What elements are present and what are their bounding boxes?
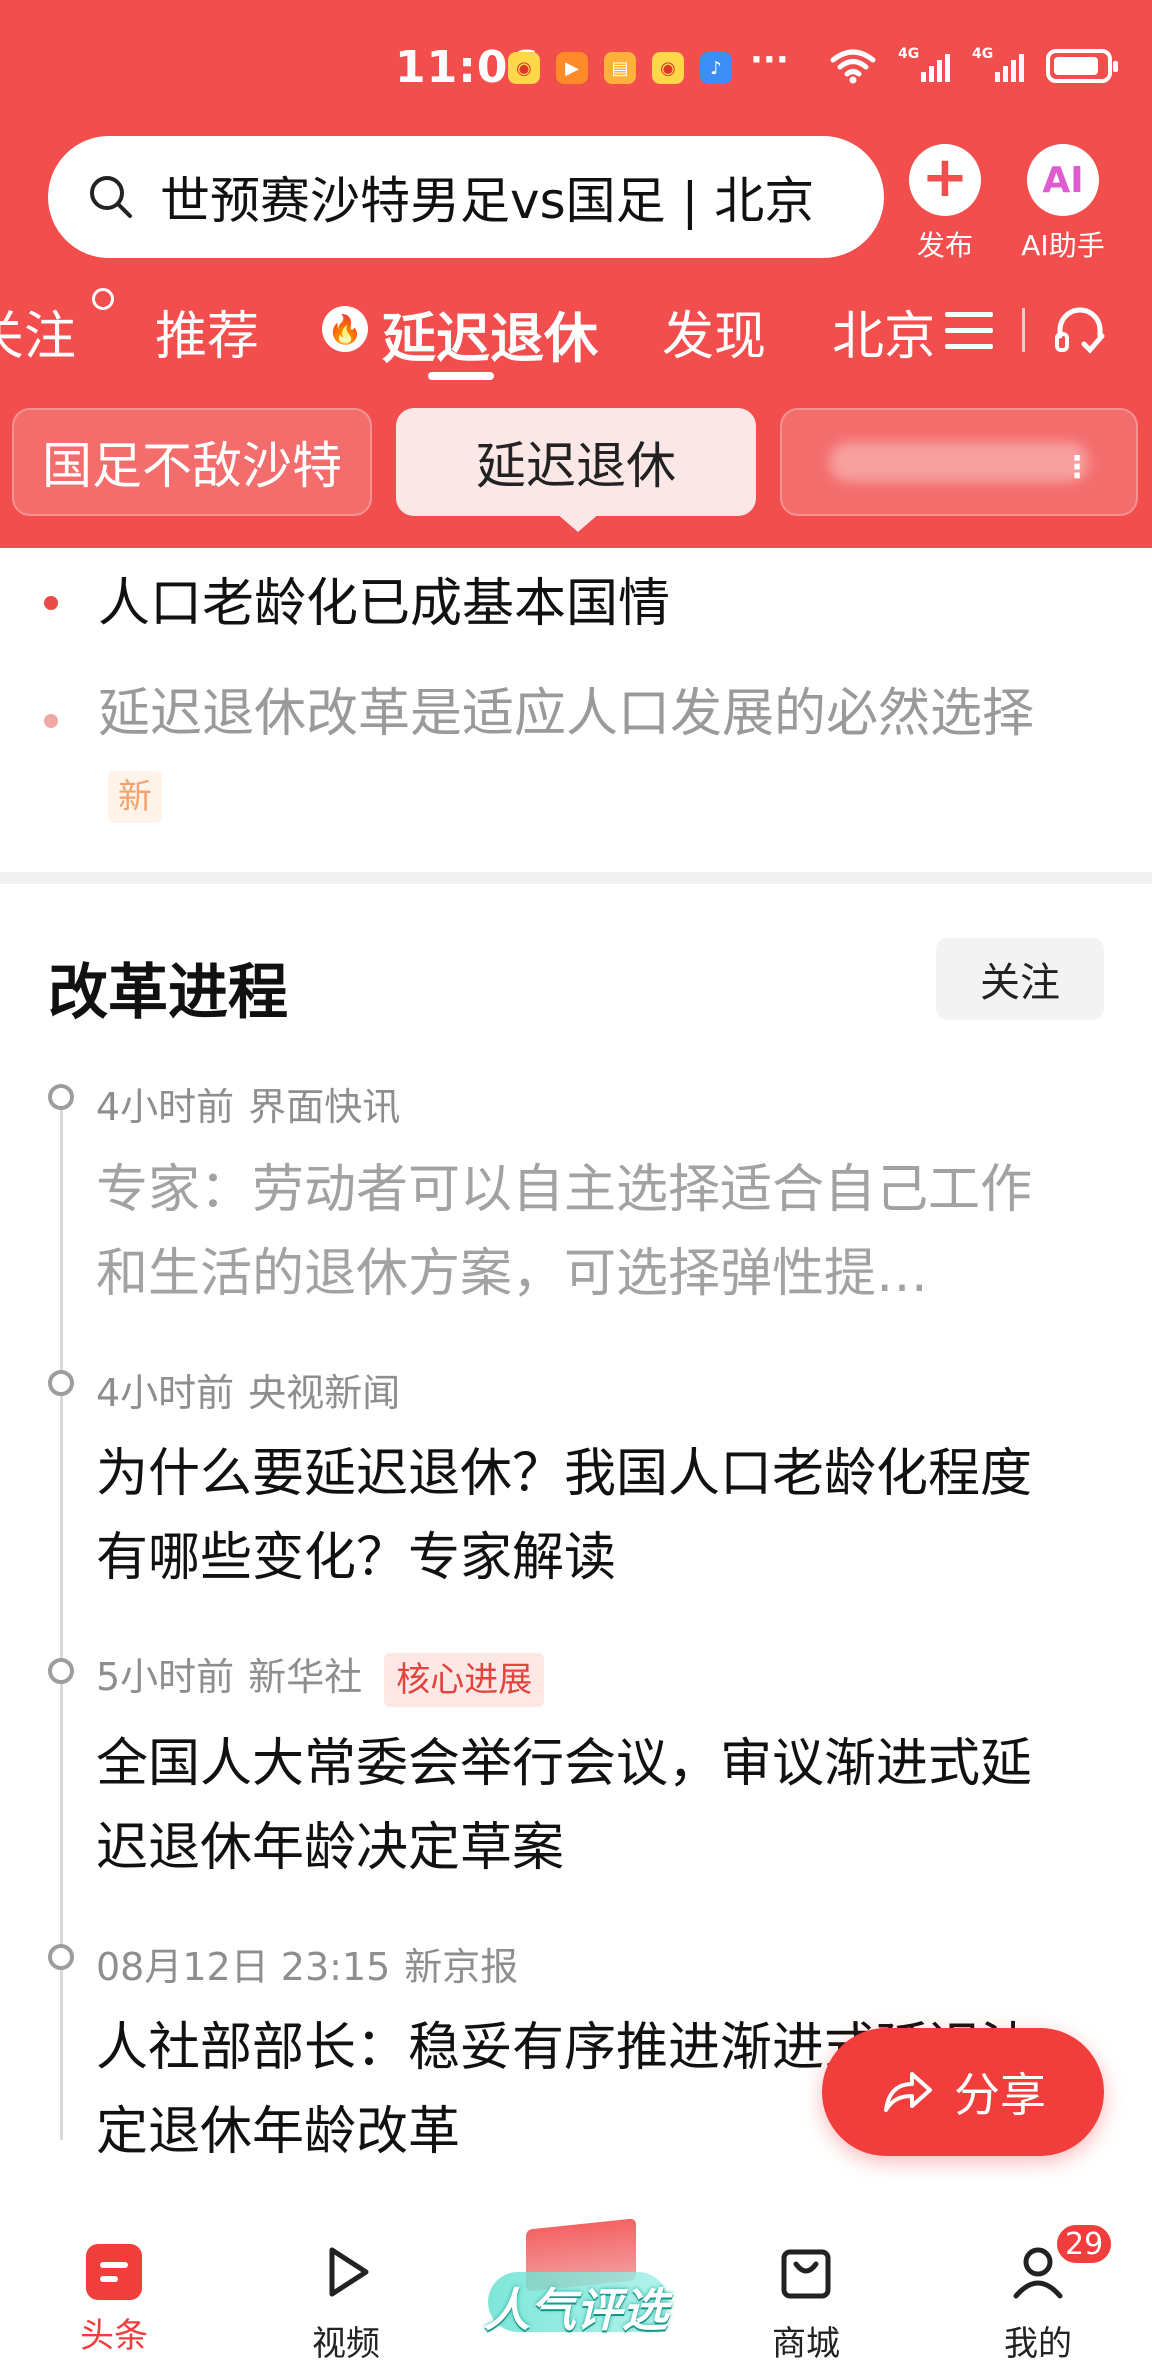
wifi-icon [830,49,876,84]
section-divider [0,872,1152,884]
new-tag: 新 [108,771,162,823]
nav-mine[interactable]: 29 我的 [958,2222,1118,2365]
nav-label: 商城 [772,2324,840,2364]
battery-icon [1046,49,1118,83]
ai-icon: AI [1042,159,1084,201]
selected-chip-pointer [548,506,608,532]
cellular-signal-icon: 4G [972,46,1024,86]
ai-assistant-label: AI助手 [1021,229,1105,262]
share-icon [884,2072,932,2112]
more-dots-icon: ⋮ [1062,450,1092,485]
bullet-dot [44,714,58,728]
topic-chips: 国足不敌沙特 延迟退休 ⋮ [0,408,1152,518]
chip-delayed-retirement[interactable]: 延迟退休 [396,408,756,516]
tab-follow[interactable]: 关注 [0,294,76,369]
headphone-icon[interactable] [1052,302,1108,358]
summary-text: 人口老龄化已成基本国情 [98,574,671,634]
system-icons: 4G 4G [830,46,1118,86]
nav-headlines[interactable]: 头条 [34,2240,194,2357]
timeline-meta: 5小时前 新华社 核心进展 [96,1646,545,1707]
plus-icon: + [921,145,969,210]
play-icon [329,2247,369,2297]
search-bar[interactable]: 世预赛沙特男足vs国足 | 北京 [48,136,884,258]
publish-button[interactable]: + 发布 [890,144,1000,264]
timeline-line [60,1100,63,2140]
active-tab-indicator [428,372,494,380]
summary-text: 延迟退休改革是适应人口发展的必然选择新 [98,674,1058,834]
video-app-notification-icon: ▶ [556,52,588,84]
weibo-notification-icon: ◉ [652,52,684,84]
search-query-text: 世预赛沙特男足vs国足 | 北京 [160,172,815,230]
bottom-navigation: 头条 视频 人气评选 商城 29 我的 [0,2200,1152,2376]
section-title: 改革进程 [48,958,288,1028]
timeline-title: 全国人大常委会举行会议，审议渐进式延迟退休年龄决定草案 [96,1734,1033,1878]
nav-popular-vote[interactable]: 人气评选 [476,2218,676,2350]
blurred-chip-content [829,442,1089,482]
tab-follow-dot-badge [92,288,114,310]
timeline-title: 专家：劳动者可以自主选择适合自己工作和生活的退休方案，可选择弹性提… [96,1160,1033,1304]
popular-vote-label: 人气评选 [484,2283,668,2337]
core-progress-tag: 核心进展 [384,1652,545,1707]
nav-label: 我的 [1004,2324,1072,2364]
reader-app-notification-icon: ▤ [604,52,636,84]
timeline-node [48,1944,74,1970]
bullet-dot [44,596,58,610]
tab-delayed-retirement[interactable]: 延迟退休 [382,294,598,373]
weibo-notification-icon: ◉ [508,52,540,84]
tab-discover[interactable]: 发现 [662,294,766,369]
headlines-icon [86,2244,142,2300]
tab-beijing[interactable]: 北京 [832,294,932,369]
status-bar: 11:06 ◉ ▶ ▤ ◉ ♪ ··· 4G 4G [0,38,1152,98]
follow-button[interactable]: 关注 [936,938,1104,1020]
tab-recommend[interactable]: 推荐 [155,294,259,369]
fire-icon: 🔥 [322,306,368,352]
shopping-bag-icon [781,2249,831,2299]
timeline-meta: 4小时前 央视新闻 [96,1371,401,1415]
timeline-node [48,1370,74,1396]
timeline-title: 为什么要延迟退休？我国人口老龄化程度有哪些变化？专家解读 [96,1444,1033,1588]
top-header: 11:06 ◉ ▶ ▤ ◉ ♪ ··· 4G 4G 世预赛沙特男足vs国足 | … [0,0,1152,548]
cellular-signal-icon: 4G [898,46,950,86]
chip-blurred-topic[interactable]: ⋮ [780,408,1138,516]
notification-icons: ◉ ▶ ▤ ◉ ♪ [508,52,732,84]
chip-china-vs-saudi[interactable]: 国足不敌沙特 [12,408,372,516]
music-app-notification-icon: ♪ [700,52,732,84]
share-label: 分享 [954,2068,1046,2122]
timeline-meta: 4小时前 界面快讯 [96,1085,401,1129]
share-button[interactable]: 分享 [822,2028,1104,2156]
channel-tabs: 关注 推荐 🔥 延迟退休 发现 北京 [0,288,1152,380]
more-notifications-icon: ··· [750,40,789,80]
nav-label: 头条 [80,2316,148,2356]
menu-icon[interactable] [945,312,993,352]
timeline-node [48,1084,74,1110]
tab-separator [1022,308,1025,352]
nav-mall[interactable]: 商城 [726,2240,886,2365]
nav-video[interactable]: 视频 [266,2240,426,2365]
notification-count-badge: 29 [1054,2222,1115,2266]
timeline-meta: 08月12日 23:15 新京报 [96,1945,519,1989]
publish-label: 发布 [916,229,973,262]
nav-label: 视频 [312,2324,380,2364]
timeline-node [48,1658,74,1684]
ai-assistant-button[interactable]: AI AI助手 [1008,144,1118,264]
search-icon [88,174,134,220]
